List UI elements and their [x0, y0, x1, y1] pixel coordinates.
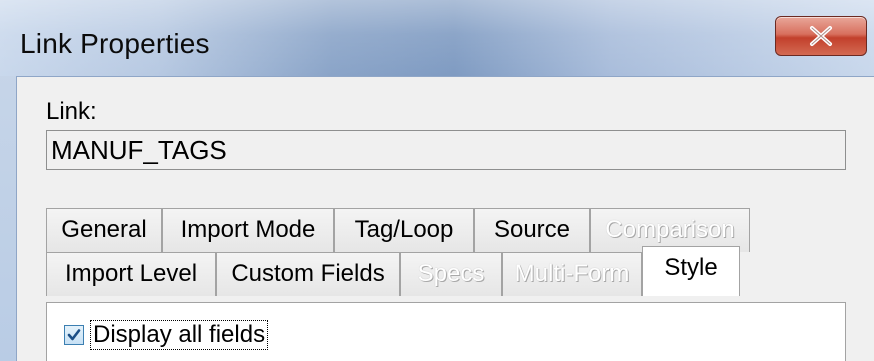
tab-specs: Specs	[400, 252, 502, 296]
checkmark-icon	[67, 329, 81, 341]
tab-import-level[interactable]: Import Level	[46, 252, 216, 296]
display-all-fields-checkbox[interactable]	[64, 325, 84, 345]
link-properties-dialog: Link Properties Link: MANUF_TAGS General…	[0, 0, 874, 361]
link-field[interactable]: MANUF_TAGS	[46, 130, 846, 170]
tab-multi-form: Multi-Form	[502, 252, 642, 296]
display-all-fields-option[interactable]: Display all fields	[64, 318, 269, 352]
tab-general[interactable]: General	[46, 208, 162, 252]
tab-custom-fields[interactable]: Custom Fields	[216, 252, 400, 296]
tab-source[interactable]: Source	[474, 208, 590, 252]
tab-import-mode[interactable]: Import Mode	[162, 208, 334, 252]
close-icon	[810, 26, 832, 46]
link-label: Link:	[46, 98, 97, 125]
tab-tag-loop[interactable]: Tag/Loop	[334, 208, 474, 252]
close-button[interactable]	[775, 16, 867, 56]
display-all-fields-label[interactable]: Display all fields	[90, 320, 269, 350]
tab-style[interactable]: Style	[642, 246, 740, 296]
window-title: Link Properties	[20, 28, 210, 59]
title-bar[interactable]: Link Properties	[0, 0, 874, 76]
